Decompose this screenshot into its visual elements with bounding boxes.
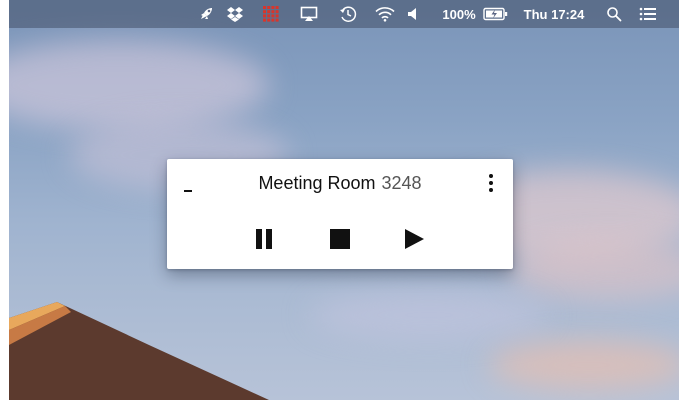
menu-bar: 100% Thu 17:24 [9,0,679,28]
play-button[interactable] [400,225,428,253]
airplay-icon[interactable] [298,0,320,28]
minimize-icon [184,190,192,192]
pause-button[interactable] [250,225,278,253]
minimize-button[interactable] [181,173,197,197]
volume-icon[interactable] [405,0,421,28]
play-icon [405,229,424,249]
spotlight-search-icon[interactable] [603,0,625,28]
wifi-icon[interactable] [373,0,397,28]
room-player-widget: Meeting Room 3248 [167,159,513,269]
time-machine-icon[interactable] [337,0,359,28]
more-options-button[interactable] [481,171,501,195]
room-name: Meeting Room [258,173,376,193]
stop-button[interactable] [326,225,354,253]
stop-icon [330,229,350,249]
rocket-icon[interactable] [195,0,217,28]
room-title: Meeting Room 3248 [227,171,453,195]
notification-center-icon[interactable] [636,0,660,28]
screen: 100% Thu 17:24 Meeting Room 3248 [0,0,679,400]
vertical-ellipsis-icon [489,174,493,192]
room-code: 3248 [381,173,422,193]
pause-icon [256,229,272,249]
battery-percent: 100% [442,6,476,22]
menubar-clock[interactable]: Thu 17:24 [519,0,589,28]
grid-app-icon[interactable] [260,0,282,28]
battery-charging-icon[interactable] [482,0,510,28]
dropbox-icon[interactable] [224,0,246,28]
